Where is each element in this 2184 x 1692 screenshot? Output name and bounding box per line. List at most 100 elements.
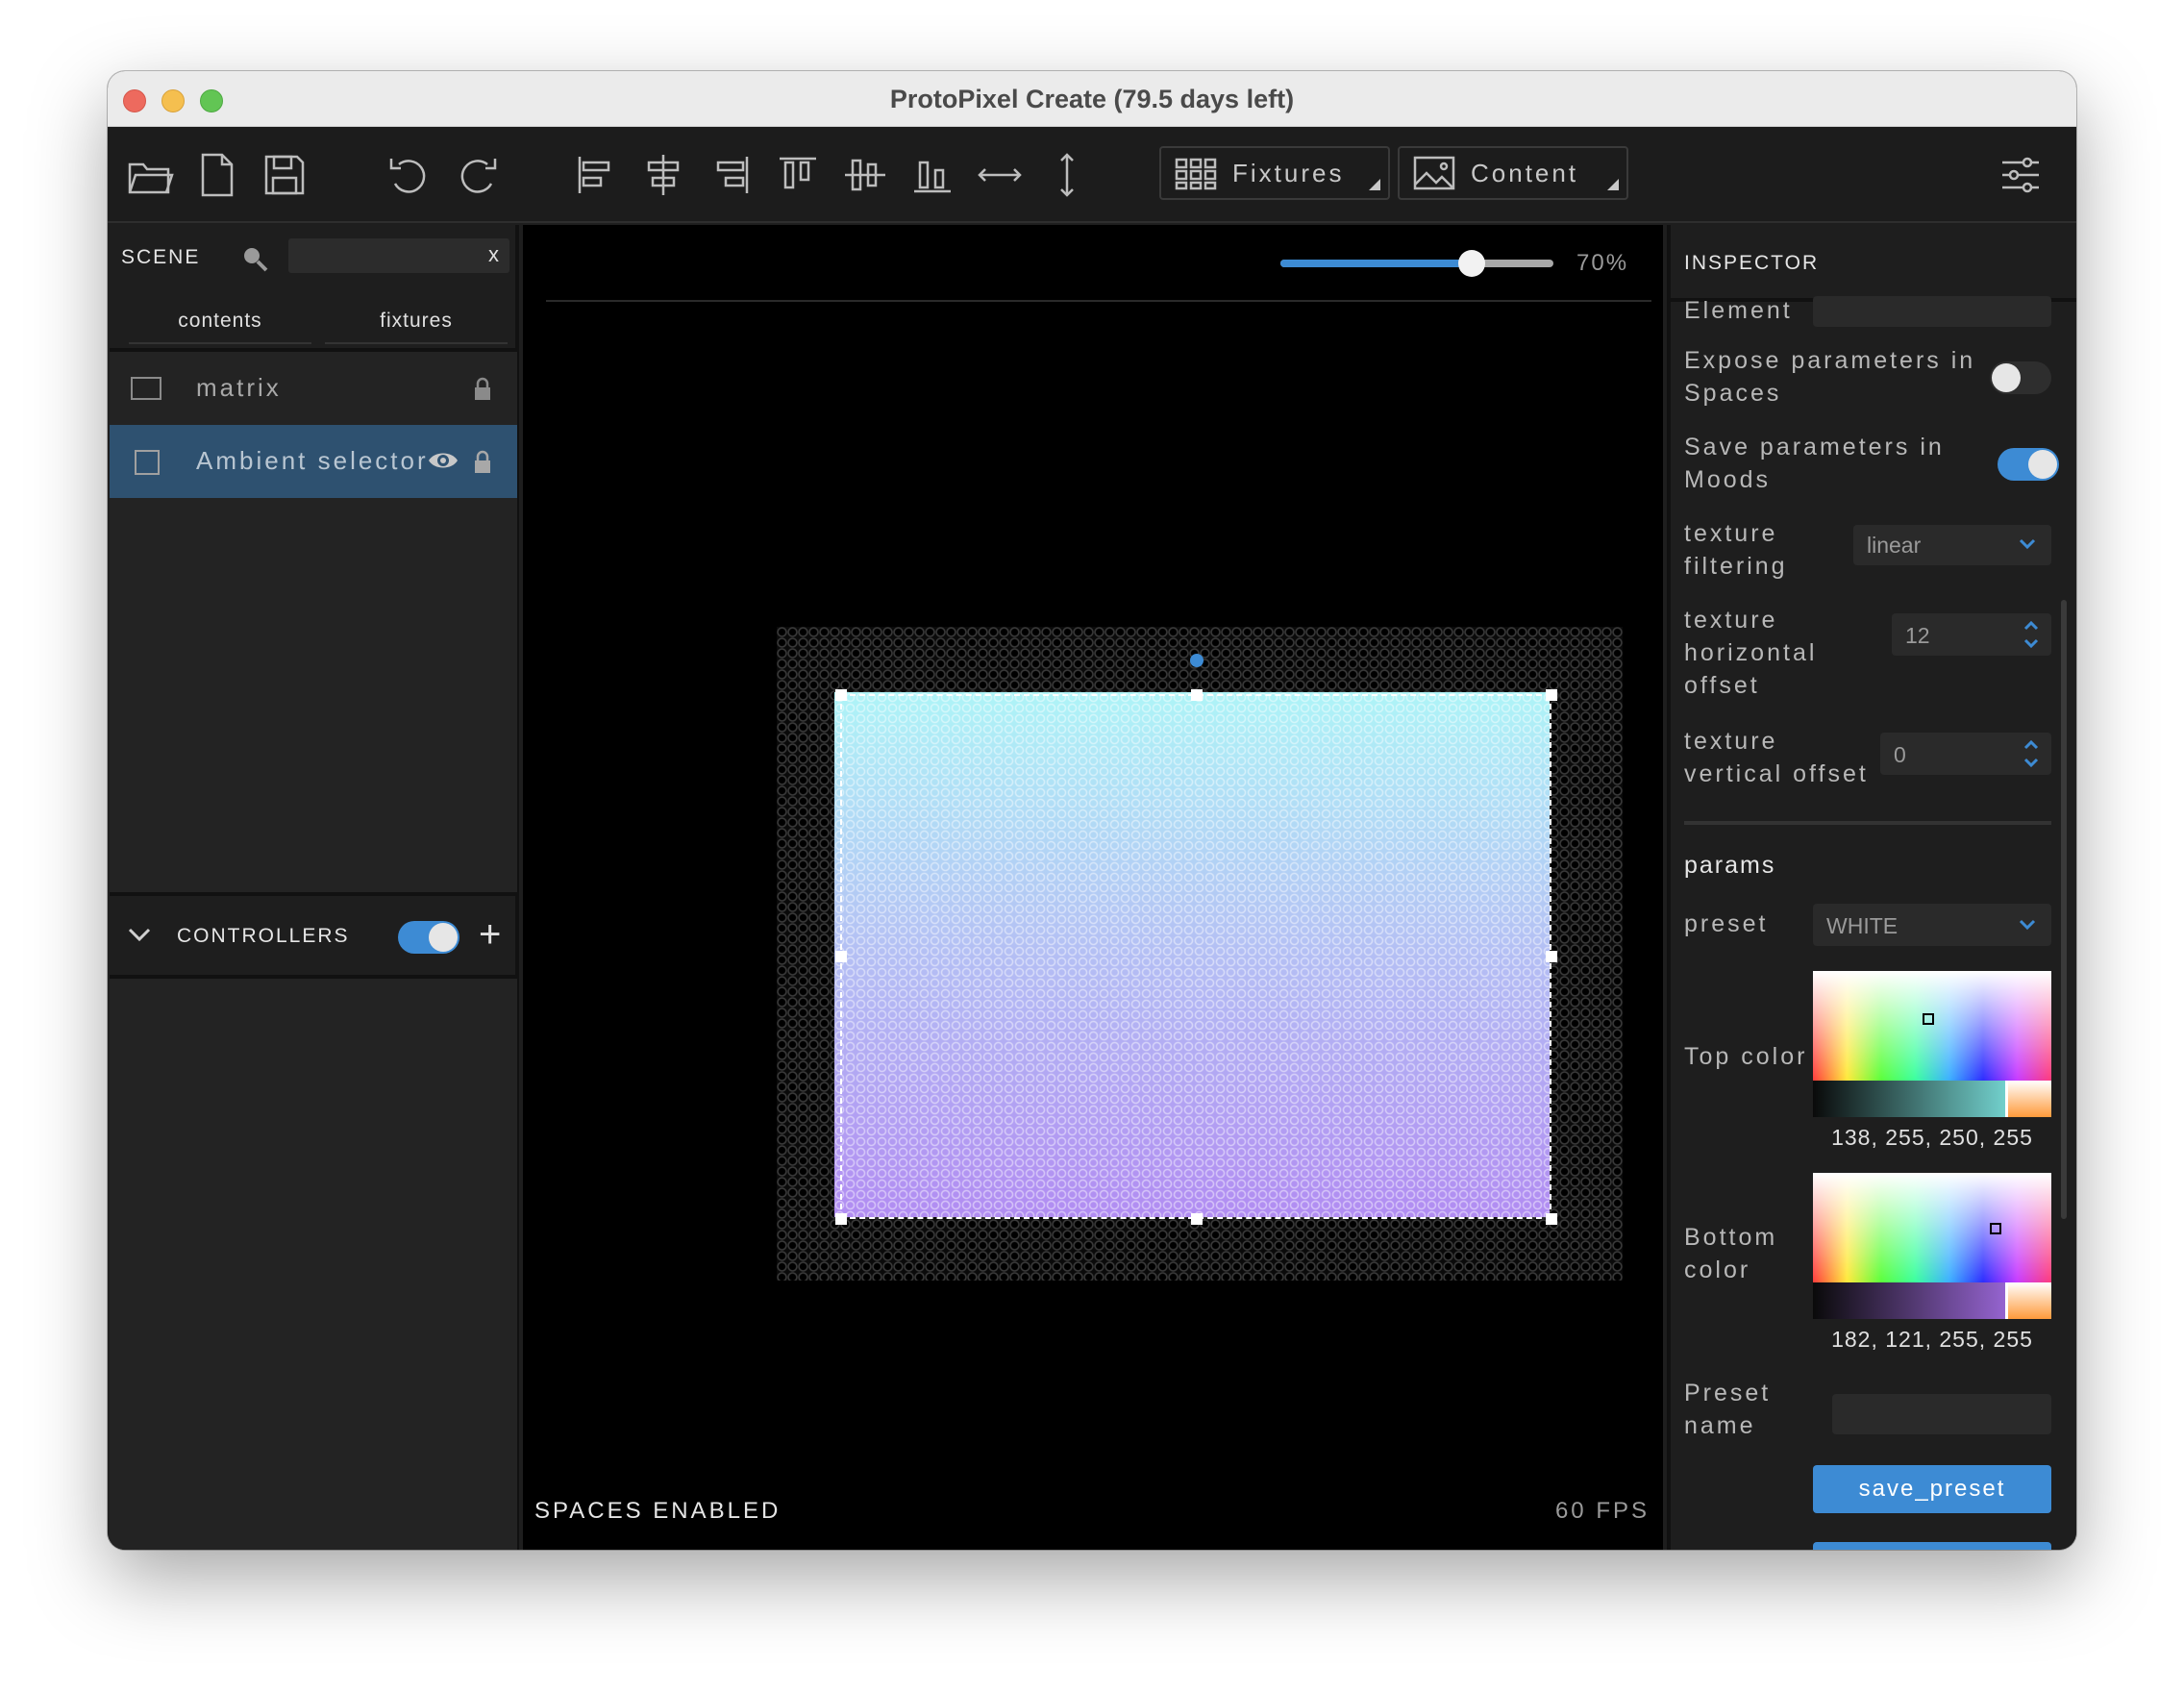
align-center-h-icon[interactable] <box>636 148 690 202</box>
fps-counter: 60 FPS <box>1554 1498 1650 1524</box>
save-preset-button[interactable]: save_preset <box>1813 1465 2051 1513</box>
preset-value: WHITE <box>1826 913 1899 938</box>
viewport[interactable]: 70% SPACES ENABLED 60 FPS <box>523 225 1729 1550</box>
controllers-title: CONTROLLERS <box>177 925 350 947</box>
content-dropdown[interactable]: Content <box>1398 146 1628 200</box>
settings-sliders-icon[interactable] <box>1994 148 2048 202</box>
window-title: ProtoPixel Create (79.5 days left) <box>889 85 1295 113</box>
inspector-scrollbar[interactable] <box>2061 600 2067 1219</box>
resize-handle-n[interactable] <box>1191 689 1203 701</box>
toolbar: Fixtures Content <box>108 127 2076 223</box>
lock-icon[interactable] <box>473 450 492 475</box>
fixtures-dropdown[interactable]: Fixtures <box>1159 146 1390 200</box>
scene-list: matrix Ambient selector <box>110 348 517 896</box>
hoffset-value: 12 <box>1905 623 1930 648</box>
align-right-icon[interactable] <box>704 148 757 202</box>
preset-name-input[interactable] <box>1832 1394 2051 1434</box>
stepper-arrows-icon[interactable] <box>2023 736 2040 771</box>
filtering-select[interactable]: linear <box>1853 525 2051 565</box>
inspector-panel: INSPECTOR Element Expose parameters in S… <box>1667 225 2076 1550</box>
content-label: Content <box>1471 158 1579 187</box>
hoffset-label-3: offset <box>1684 672 1760 699</box>
zoom-slider[interactable] <box>1280 250 1553 277</box>
distribute-h-icon[interactable] <box>973 148 1027 202</box>
title-bar: ProtoPixel Create (79.5 days left) <box>108 71 2076 127</box>
params-title: params <box>1684 852 1776 879</box>
preset-label: preset <box>1684 910 1769 937</box>
redo-icon[interactable] <box>450 148 504 202</box>
preset-name-label-2: name <box>1684 1412 1756 1439</box>
filtering-value: linear <box>1867 533 1922 558</box>
align-middle-v-icon[interactable] <box>838 148 892 202</box>
expose-label-2: Spaces <box>1684 380 1782 407</box>
controllers-toggle[interactable] <box>398 921 459 954</box>
new-file-icon[interactable] <box>190 148 244 202</box>
stepper-arrows-icon[interactable] <box>2023 617 2040 652</box>
top-color-picker[interactable] <box>1813 971 2051 1081</box>
undo-icon[interactable] <box>383 148 436 202</box>
bottom-color-label: Bottom <box>1684 1224 1778 1251</box>
hoffset-label-2: horizontal <box>1684 639 1818 666</box>
search-icon <box>244 248 268 272</box>
top-color-label: Top color <box>1684 1043 1808 1070</box>
fixtures-label: Fixtures <box>1232 158 1345 187</box>
voffset-stepper[interactable]: 0 <box>1880 733 2051 775</box>
distribute-v-icon[interactable] <box>1040 148 1094 202</box>
list-item-selected[interactable]: Ambient selector <box>110 425 517 498</box>
open-folder-icon[interactable] <box>123 148 177 202</box>
item-visibility-checkbox[interactable] <box>131 377 161 400</box>
save-params-label: Save parameters in <box>1684 434 1945 460</box>
save-params-toggle[interactable] <box>1998 448 2059 481</box>
tab-fixtures[interactable]: fixtures <box>325 298 508 344</box>
align-bottom-icon[interactable] <box>906 148 959 202</box>
viewport-divider <box>546 300 1651 302</box>
add-controller-button[interactable]: + <box>479 915 501 954</box>
expose-toggle[interactable] <box>1990 361 2051 394</box>
bottom-color-picker[interactable] <box>1813 1173 2051 1282</box>
controllers-list <box>110 975 517 1550</box>
resize-handle-nw[interactable] <box>835 689 847 701</box>
preset-name-label: Preset <box>1684 1380 1772 1406</box>
next-button-partial[interactable] <box>1813 1542 2051 1550</box>
align-top-icon[interactable] <box>771 148 825 202</box>
app-window: ProtoPixel Create (79.5 days left) Fixtu… <box>108 71 2076 1550</box>
zoom-label: 70% <box>1576 250 1629 276</box>
rotation-handle[interactable] <box>1190 654 1204 667</box>
resize-handle-e[interactable] <box>1546 951 1557 962</box>
voffset-value: 0 <box>1894 742 1906 767</box>
chevron-down-icon <box>2019 919 2036 931</box>
eye-icon[interactable] <box>427 448 459 473</box>
resize-handle-se[interactable] <box>1546 1213 1557 1225</box>
scene-panel: SCENE x contents fixtures matrix Ambient… <box>108 225 519 1550</box>
resize-handle-ne[interactable] <box>1546 689 1557 701</box>
element-field[interactable] <box>1813 296 2051 327</box>
search-clear-button[interactable]: x <box>488 242 499 267</box>
filtering-label: texture <box>1684 520 1778 547</box>
hoffset-label: texture <box>1684 607 1778 634</box>
tab-contents[interactable]: contents <box>129 298 311 344</box>
dropdown-corner-icon <box>1607 179 1619 190</box>
save-icon[interactable] <box>258 148 311 202</box>
list-item[interactable]: matrix <box>110 352 517 425</box>
lock-icon[interactable] <box>473 377 492 402</box>
align-left-icon[interactable] <box>569 148 623 202</box>
preset-select[interactable]: WHITE <box>1813 904 2051 946</box>
zoom-slider-handle[interactable] <box>1457 250 1485 277</box>
item-visibility-checkbox[interactable] <box>135 450 160 475</box>
inspector-title: INSPECTOR <box>1684 252 1820 274</box>
top-color-marker[interactable] <box>1923 1013 1934 1025</box>
chevron-down-icon[interactable] <box>127 927 152 944</box>
expose-label: Expose parameters in <box>1684 347 1976 374</box>
resize-handle-s[interactable] <box>1191 1213 1203 1225</box>
bottom-color-marker[interactable] <box>1990 1223 2001 1234</box>
bottom-color-alpha[interactable] <box>1813 1282 2051 1319</box>
resize-handle-w[interactable] <box>835 951 847 962</box>
hoffset-stepper[interactable]: 12 <box>1892 613 2051 656</box>
scene-search-input[interactable] <box>288 238 509 273</box>
item-label: Ambient selector <box>196 446 429 475</box>
top-color-alpha[interactable] <box>1813 1081 2051 1117</box>
save-params-label-2: Moods <box>1684 466 1772 493</box>
resize-handle-sw[interactable] <box>835 1213 847 1225</box>
bottom-color-label-2: color <box>1684 1257 1751 1283</box>
zoom-slider-fill <box>1280 260 1472 267</box>
